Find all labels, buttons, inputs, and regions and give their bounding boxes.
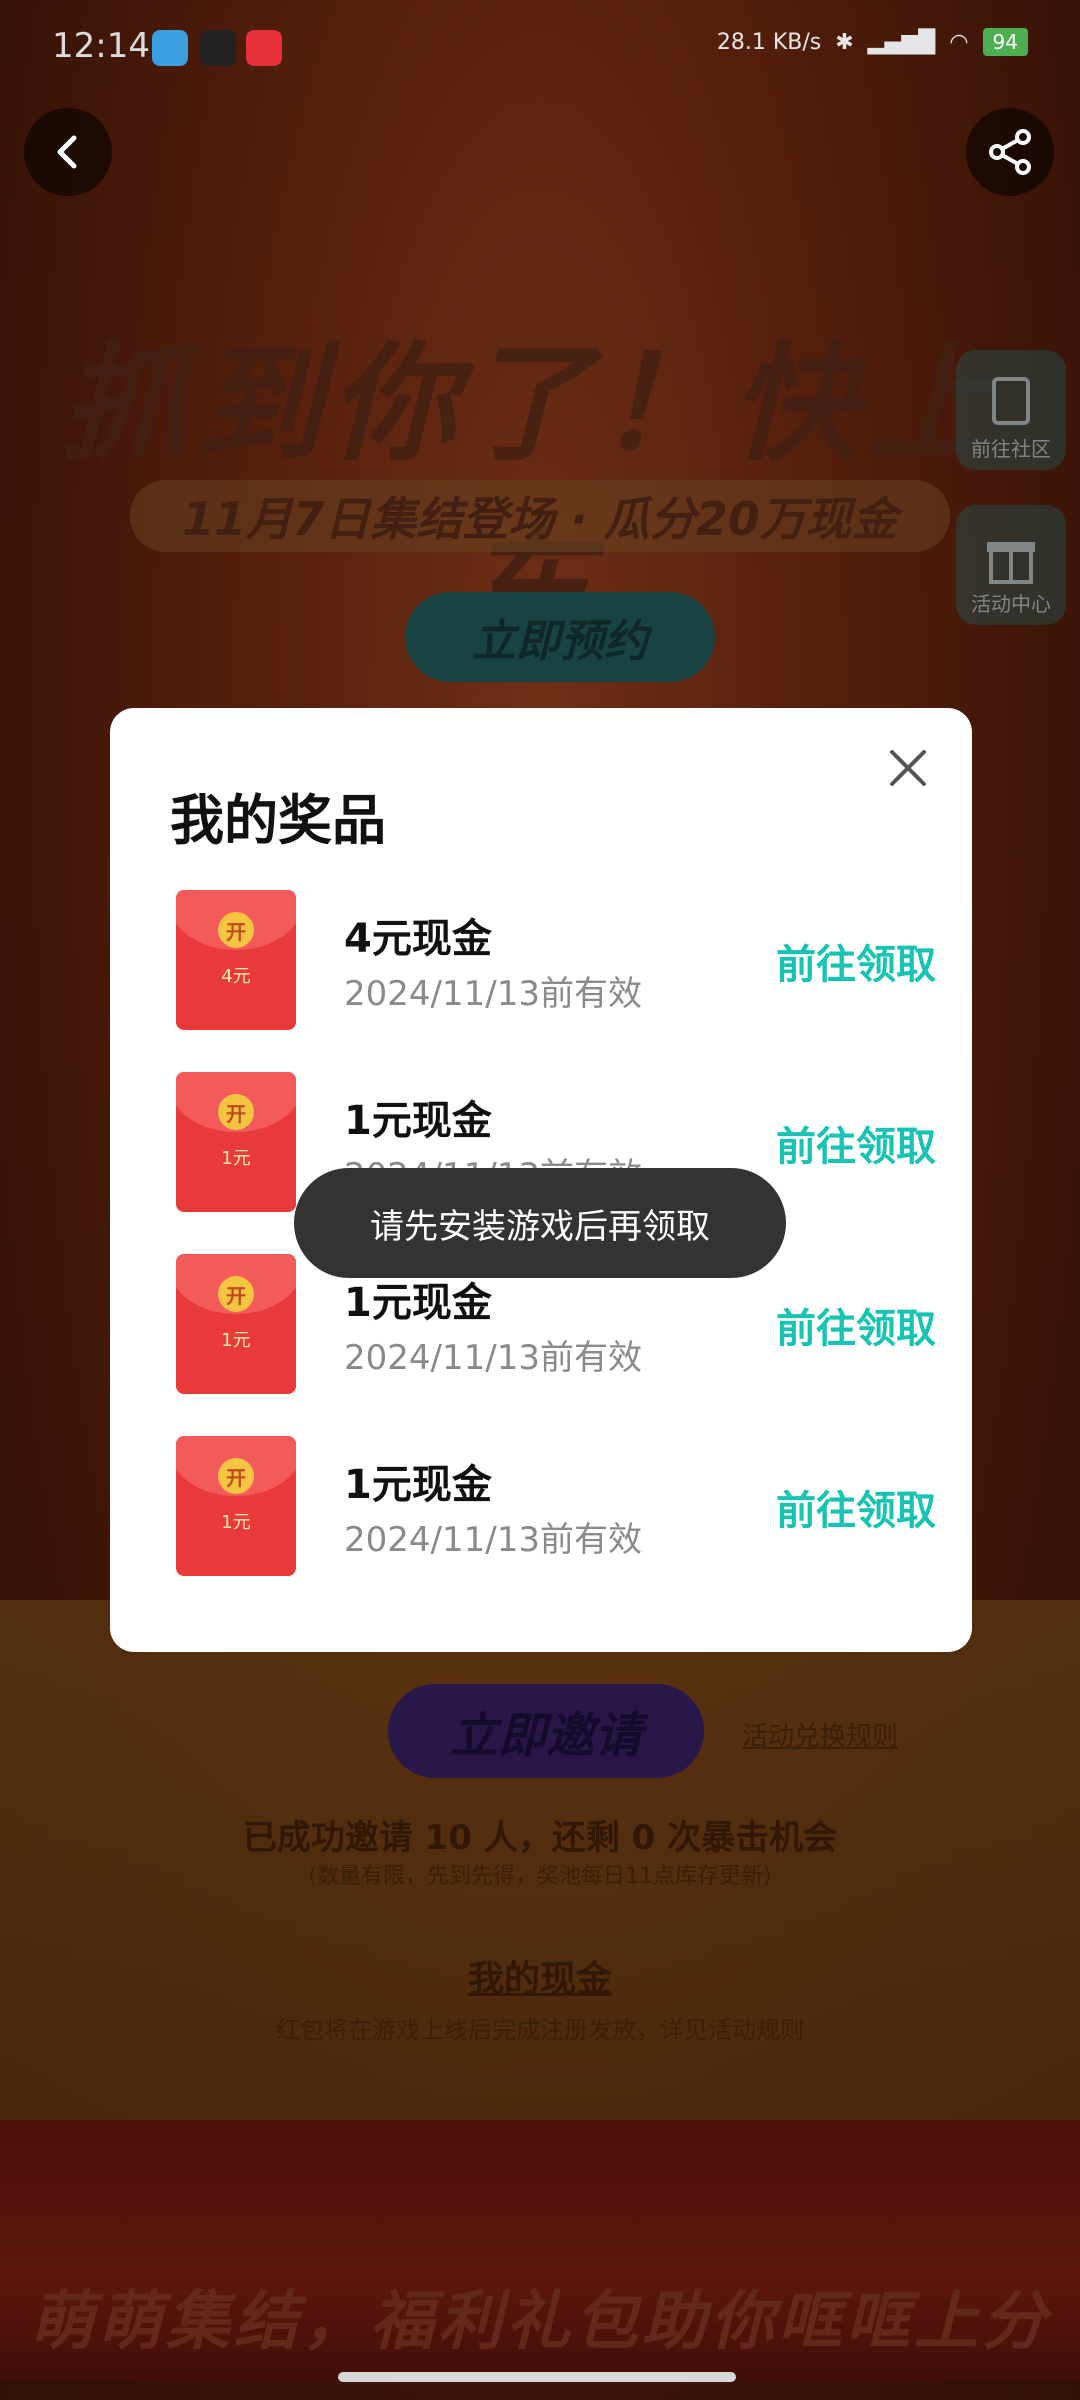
envelope-open-coin: 开 <box>218 1094 254 1130</box>
prize-valid-date: 2024/11/13前有效 <box>344 1520 642 1560</box>
envelope-amount: 1元 <box>221 1148 251 1169</box>
prize-valid-date: 2024/11/13前有效 <box>344 974 642 1014</box>
prize-item: 开 1元 1元现金 2024/11/13前有效 前往领取 <box>176 1436 936 1576</box>
dewu-icon <box>200 30 236 66</box>
telegram-icon <box>152 30 188 66</box>
modal-title: 我的奖品 <box>170 789 386 852</box>
red-envelope-icon: 开 4元 <box>176 890 296 1030</box>
claim-button[interactable]: 前往领取 <box>776 1296 936 1354</box>
prize-name: 1元现金 <box>344 1462 492 1508</box>
envelope-amount: 4元 <box>221 966 251 987</box>
envelope-amount: 1元 <box>221 1330 251 1351</box>
envelope-open-coin: 开 <box>218 912 254 948</box>
back-arrow-icon <box>57 135 77 169</box>
back-button[interactable] <box>24 108 112 196</box>
bluetooth-icon: ✱ <box>835 29 854 55</box>
envelope-open-coin: 开 <box>218 1276 254 1312</box>
prize-name: 1元现金 <box>344 1098 492 1144</box>
toast-message: 请先安装游戏后再领取 <box>294 1168 786 1278</box>
close-icon[interactable] <box>878 738 938 798</box>
claim-button[interactable]: 前往领取 <box>776 1114 936 1172</box>
home-indicator[interactable] <box>338 2372 736 2382</box>
wifi-icon: ◠ <box>949 29 969 55</box>
red-envelope-icon: 开 1元 <box>176 1072 296 1212</box>
battery-icon: 94 <box>982 28 1028 56</box>
status-bar: 12:14 28.1 KB/s ✱ ▂▄▆█ ◠ 94 <box>0 0 1080 100</box>
net-speed: 28.1 KB/s <box>716 29 822 55</box>
prize-name: 1元现金 <box>344 1280 492 1326</box>
claim-button[interactable]: 前往领取 <box>776 932 936 990</box>
status-time: 12:14 <box>52 26 150 66</box>
claim-button[interactable]: 前往领取 <box>776 1478 936 1536</box>
share-button[interactable] <box>966 108 1054 196</box>
prize-name: 4元现金 <box>344 916 492 962</box>
xiaohongshu-icon <box>246 30 282 66</box>
signal-icon: ▂▄▆█ <box>867 29 936 55</box>
red-envelope-icon: 开 1元 <box>176 1254 296 1394</box>
prize-valid-date: 2024/11/13前有效 <box>344 1338 642 1378</box>
red-envelope-icon: 开 1元 <box>176 1436 296 1576</box>
prize-item: 开 4元 4元现金 2024/11/13前有效 前往领取 <box>176 890 936 1030</box>
envelope-open-coin: 开 <box>218 1458 254 1494</box>
status-indicators: 28.1 KB/s ✱ ▂▄▆█ ◠ 94 <box>717 28 1028 56</box>
share-icon <box>989 129 1031 175</box>
envelope-amount: 1元 <box>221 1512 251 1533</box>
